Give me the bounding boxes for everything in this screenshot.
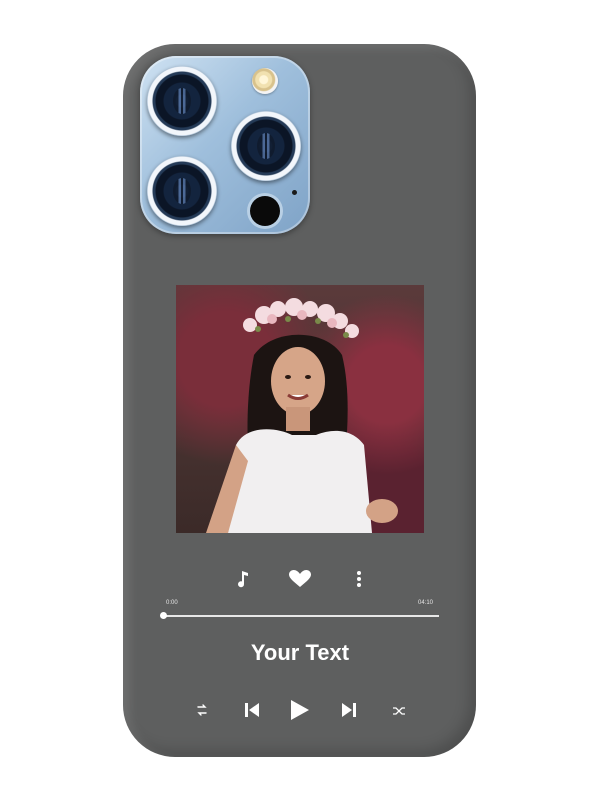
play-icon[interactable]	[290, 699, 310, 726]
camera-lens-bottom	[147, 156, 217, 226]
camera-lens-top	[147, 66, 217, 136]
previous-icon[interactable]	[244, 702, 260, 723]
microphone-dot	[292, 190, 297, 195]
music-note-icon[interactable]	[236, 570, 250, 593]
progress-knob[interactable]	[159, 612, 167, 619]
heart-icon[interactable]	[289, 570, 311, 593]
camera-lens-right	[231, 111, 301, 181]
flash-icon	[252, 68, 278, 94]
progress-track[interactable]	[163, 615, 439, 617]
caption-text: Your Text	[250, 640, 350, 665]
total-time: 04:10	[418, 600, 434, 606]
shuffle-icon[interactable]	[392, 704, 406, 722]
lidar-sensor	[250, 196, 280, 226]
current-time: 0:00	[166, 600, 178, 606]
repeat-icon[interactable]	[195, 703, 209, 722]
next-icon[interactable]	[341, 702, 357, 723]
portrait-photo	[176, 285, 424, 533]
more-vertical-icon[interactable]	[356, 571, 362, 592]
